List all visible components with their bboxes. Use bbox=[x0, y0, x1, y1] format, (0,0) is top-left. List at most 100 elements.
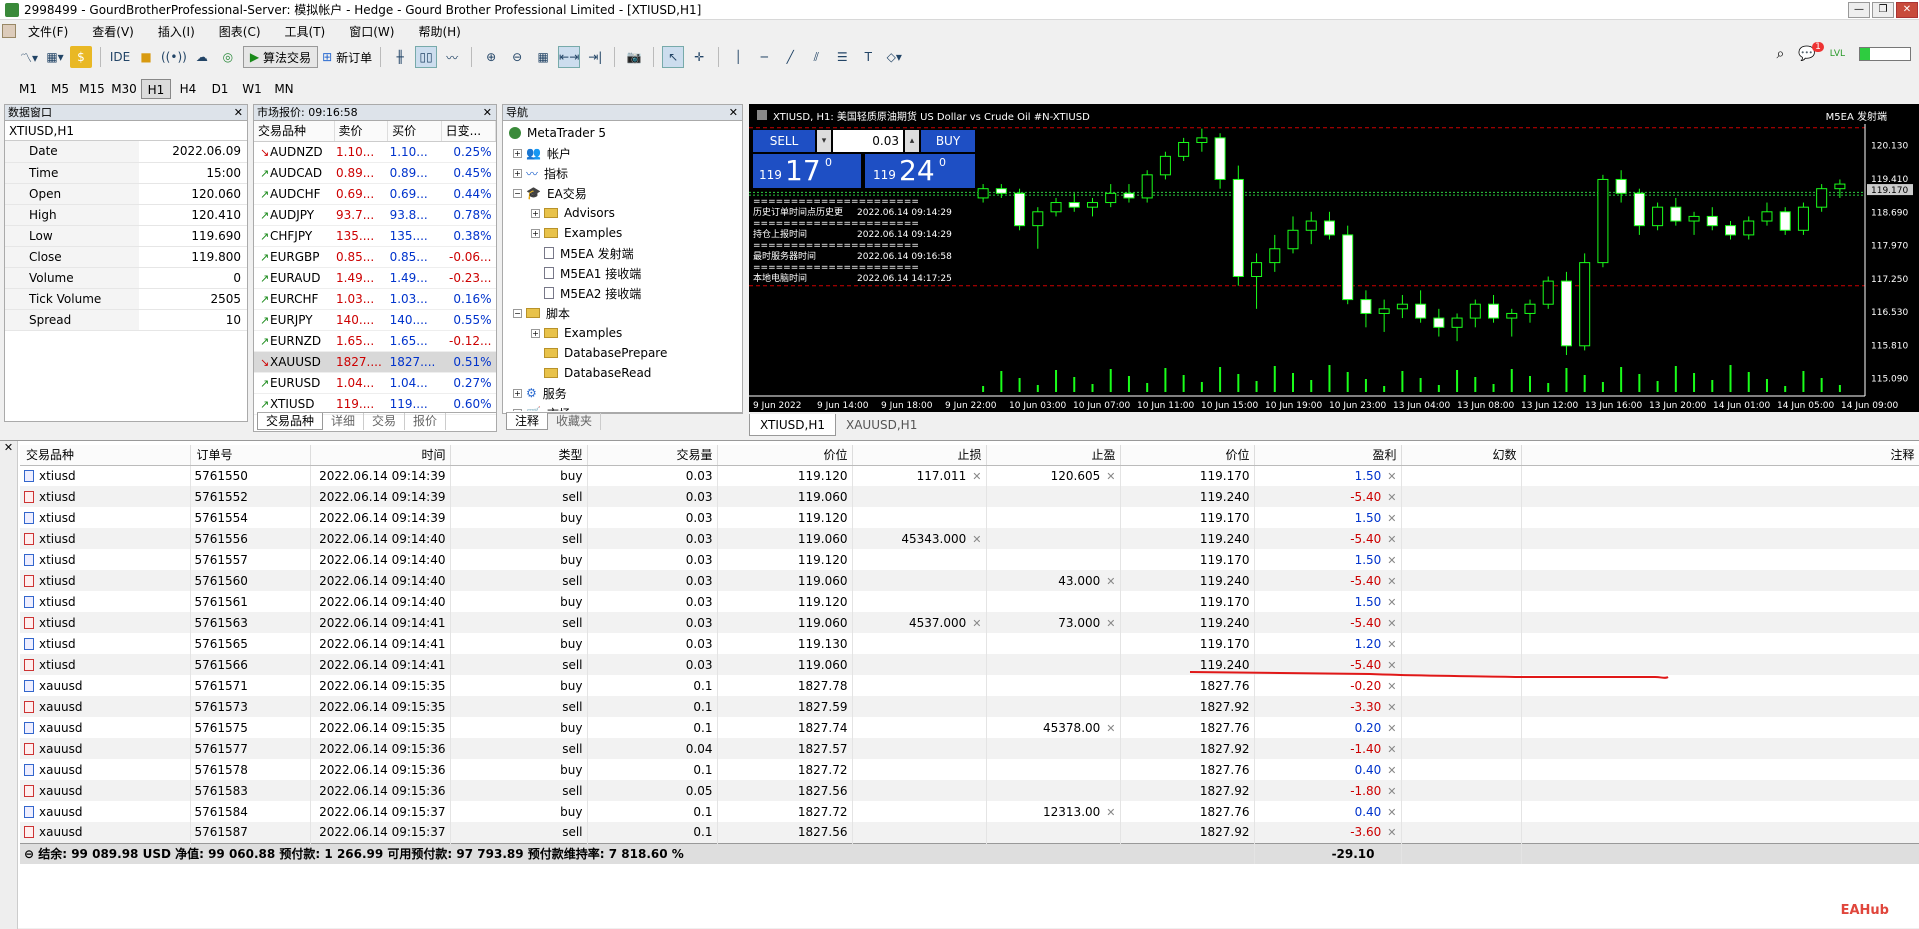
mw-tab-ticks[interactable]: 报价 bbox=[405, 413, 446, 430]
remove-icon[interactable]: ✕ bbox=[1100, 806, 1115, 819]
pos-tp[interactable] bbox=[986, 780, 1120, 801]
data-window-close-icon[interactable]: ✕ bbox=[234, 105, 243, 120]
market-watch-row[interactable]: ↗EURCHF 1.03... 1.03... 0.16% bbox=[254, 288, 496, 309]
profiles-icon[interactable]: ▦▾ bbox=[44, 46, 66, 68]
remove-icon[interactable]: ✕ bbox=[1100, 617, 1115, 630]
pos-tp[interactable] bbox=[986, 486, 1120, 507]
mdi-icon[interactable] bbox=[2, 24, 16, 38]
pos-sl[interactable]: 4537.000✕ bbox=[852, 612, 986, 633]
remove-icon[interactable]: ✕ bbox=[1381, 470, 1396, 483]
nav-tab-common[interactable]: 注释 bbox=[506, 413, 548, 430]
crosshair-icon[interactable]: ✛ bbox=[688, 46, 710, 68]
pos-tp[interactable] bbox=[986, 759, 1120, 780]
position-row[interactable]: xtiusd 5761560 2022.06.14 09:14:40 sell … bbox=[20, 570, 1919, 591]
trade-col-header[interactable]: 交易品种 bbox=[20, 445, 190, 465]
zoom-in-icon[interactable]: ⊕ bbox=[480, 46, 502, 68]
position-row[interactable]: xtiusd 5761550 2022.06.14 09:14:39 buy 0… bbox=[20, 465, 1919, 486]
position-row[interactable]: xauusd 5761575 2022.06.14 09:15:35 buy 0… bbox=[20, 717, 1919, 738]
tf-m30[interactable]: M30 bbox=[109, 79, 139, 99]
collapse-icon[interactable]: ⊖ bbox=[24, 847, 38, 861]
position-row[interactable]: xtiusd 5761561 2022.06.14 09:14:40 buy 0… bbox=[20, 591, 1919, 612]
expand-toggle-icon[interactable]: − bbox=[513, 309, 522, 318]
position-row[interactable]: xtiusd 5761552 2022.06.14 09:14:39 sell … bbox=[20, 486, 1919, 507]
navigator-item[interactable]: M5EA 发射端 bbox=[503, 243, 742, 263]
pos-sl[interactable]: 117.011✕ bbox=[852, 465, 986, 486]
menu-insert[interactable]: 插入(I) bbox=[146, 23, 207, 40]
remove-icon[interactable]: ✕ bbox=[1381, 659, 1396, 672]
expand-toggle-icon[interactable]: + bbox=[513, 169, 522, 178]
trade-col-header[interactable]: 注释 bbox=[1521, 445, 1919, 465]
navigator-item[interactable]: DatabasePrepare bbox=[503, 343, 742, 363]
pos-tp[interactable] bbox=[986, 738, 1120, 759]
bag-icon[interactable]: ■ bbox=[135, 46, 157, 68]
expand-toggle-icon[interactable]: + bbox=[513, 389, 522, 398]
chart-tab-xtiusd[interactable]: XTIUSD,H1 bbox=[749, 414, 836, 436]
sell-button[interactable]: SELL bbox=[753, 130, 815, 152]
pos-tp[interactable] bbox=[986, 633, 1120, 654]
tf-h1[interactable]: H1 bbox=[141, 79, 171, 99]
restore-button[interactable]: ❐ bbox=[1872, 2, 1894, 18]
remove-icon[interactable]: ✕ bbox=[1381, 722, 1396, 735]
remove-icon[interactable]: ✕ bbox=[1100, 722, 1115, 735]
menu-window[interactable]: 窗口(W) bbox=[337, 23, 406, 40]
menu-help[interactable]: 帮助(H) bbox=[406, 23, 472, 40]
autoscroll-icon[interactable]: ⇤⇥ bbox=[558, 46, 580, 68]
pos-tp[interactable] bbox=[986, 591, 1120, 612]
menu-file[interactable]: 文件(F) bbox=[16, 23, 80, 40]
position-row[interactable]: xtiusd 5761565 2022.06.14 09:14:41 buy 0… bbox=[20, 633, 1919, 654]
pos-sl[interactable] bbox=[852, 717, 986, 738]
new-order-button[interactable]: ⊞新订单 bbox=[322, 46, 372, 68]
navigator-item[interactable]: +Examples bbox=[503, 223, 742, 243]
tf-w1[interactable]: W1 bbox=[237, 79, 267, 99]
tf-mn[interactable]: MN bbox=[269, 79, 299, 99]
pos-sl[interactable]: 45343.000✕ bbox=[852, 528, 986, 549]
remove-icon[interactable]: ✕ bbox=[1381, 680, 1396, 693]
zoom-out-icon[interactable]: ⊖ bbox=[506, 46, 528, 68]
position-row[interactable]: xauusd 5761587 2022.06.14 09:15:37 sell … bbox=[20, 822, 1919, 843]
remove-icon[interactable]: ✕ bbox=[1100, 470, 1115, 483]
navigator-item[interactable]: DatabaseRead bbox=[503, 363, 742, 383]
mw-col-ask[interactable]: 买价 bbox=[388, 121, 442, 141]
market-watch-row[interactable]: ↗XTIUSD 119.... 119.... 0.60% bbox=[254, 393, 496, 414]
search-icon[interactable]: ⌕ bbox=[1777, 46, 1785, 62]
trade-col-header[interactable]: 盈利 bbox=[1254, 445, 1401, 465]
pos-sl[interactable] bbox=[852, 696, 986, 717]
remove-icon[interactable]: ✕ bbox=[1381, 785, 1396, 798]
pos-sl[interactable] bbox=[852, 738, 986, 759]
market-watch-row[interactable]: ↗EURJPY 140.... 140.... 0.55% bbox=[254, 309, 496, 330]
pos-sl[interactable] bbox=[852, 654, 986, 675]
position-row[interactable]: xauusd 5761573 2022.06.14 09:15:35 sell … bbox=[20, 696, 1919, 717]
sell-price-box[interactable]: 119 17 0 bbox=[753, 154, 861, 188]
position-row[interactable]: xauusd 5761583 2022.06.14 09:15:36 sell … bbox=[20, 780, 1919, 801]
algo-trading-button[interactable]: ▶算法交易 bbox=[243, 46, 318, 68]
remove-icon[interactable]: ✕ bbox=[1381, 826, 1396, 839]
notifications-icon[interactable]: 💬1 bbox=[1798, 46, 1815, 62]
nav-tab-favorites[interactable]: 收藏夹 bbox=[548, 413, 601, 430]
remove-icon[interactable]: ✕ bbox=[966, 617, 981, 630]
trend-line-icon[interactable]: ╱ bbox=[779, 46, 801, 68]
navigator-item[interactable]: MetaTrader 5 bbox=[503, 123, 742, 143]
remove-icon[interactable]: ✕ bbox=[1381, 554, 1396, 567]
expand-toggle-icon[interactable]: − bbox=[513, 189, 522, 198]
remove-icon[interactable]: ✕ bbox=[1100, 575, 1115, 588]
market-watch-row[interactable]: ↗AUDCAD 0.89... 0.89... 0.45% bbox=[254, 162, 496, 183]
screenshot-icon[interactable]: 📷 bbox=[623, 46, 645, 68]
tf-h4[interactable]: H4 bbox=[173, 79, 203, 99]
pos-tp[interactable] bbox=[986, 696, 1120, 717]
buy-price-box[interactable]: 119 24 0 bbox=[865, 154, 975, 188]
channel-icon[interactable]: ⫽ bbox=[805, 46, 827, 68]
pos-tp[interactable]: 12313.00✕ bbox=[986, 801, 1120, 822]
mw-tab-symbols[interactable]: 交易品种 bbox=[257, 413, 323, 430]
position-row[interactable]: xtiusd 5761563 2022.06.14 09:14:41 sell … bbox=[20, 612, 1919, 633]
expand-toggle-icon[interactable]: + bbox=[531, 209, 540, 218]
remove-icon[interactable]: ✕ bbox=[1381, 596, 1396, 609]
chart-type-icon[interactable]: 〽▾ bbox=[18, 46, 40, 68]
shapes-icon[interactable]: ◇▾ bbox=[883, 46, 905, 68]
dollar-icon[interactable]: $ bbox=[70, 46, 92, 68]
remove-icon[interactable]: ✕ bbox=[1381, 575, 1396, 588]
remove-icon[interactable]: ✕ bbox=[966, 470, 981, 483]
navigator-close-icon[interactable]: ✕ bbox=[729, 105, 738, 120]
trade-col-header[interactable]: 类型 bbox=[450, 445, 587, 465]
position-row[interactable]: xtiusd 5761556 2022.06.14 09:14:40 sell … bbox=[20, 528, 1919, 549]
trade-col-header[interactable]: 幻数 bbox=[1401, 445, 1521, 465]
